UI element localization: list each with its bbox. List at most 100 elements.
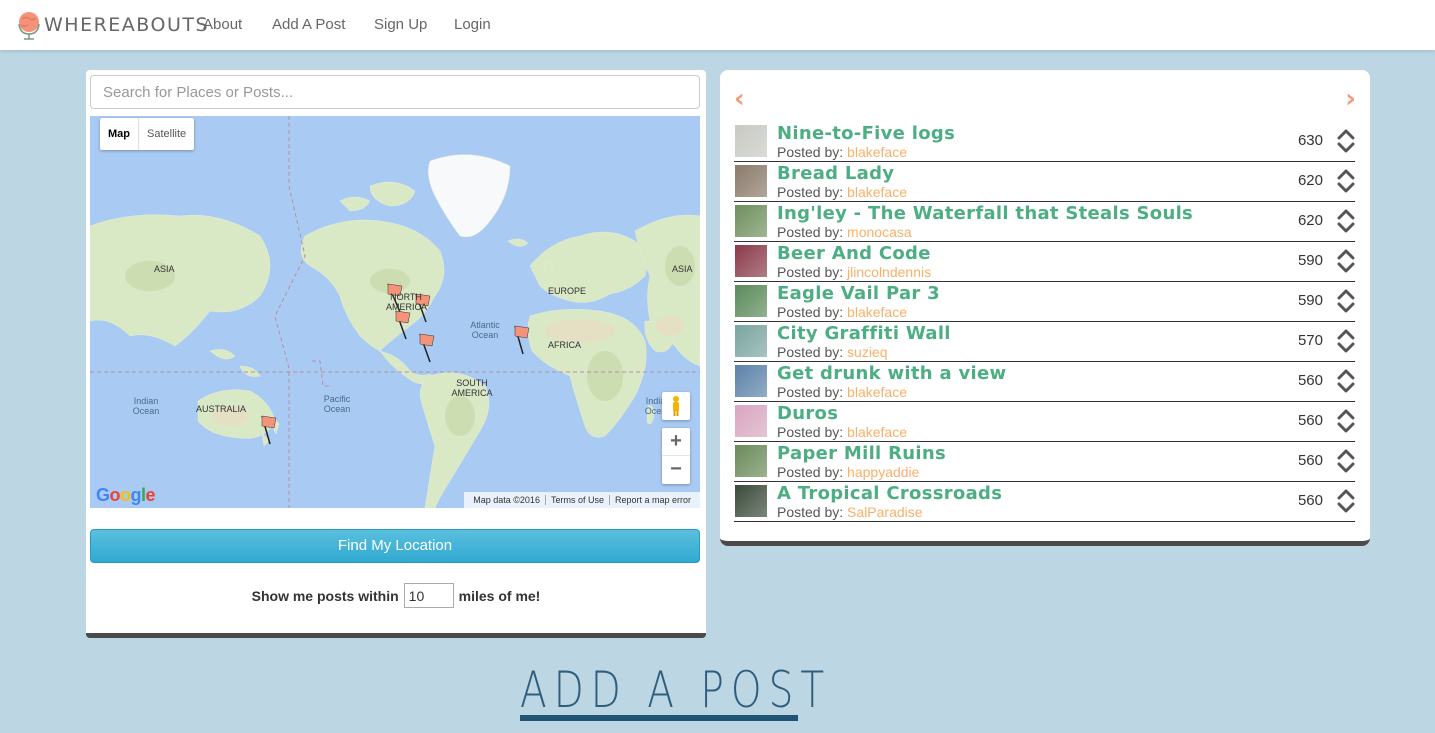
post-row[interactable]: Get drunk with a view Posted by: blakefac… xyxy=(734,362,1355,402)
map-label-south-america: SOUTH AMERICA xyxy=(451,378,493,398)
post-row[interactable]: City Graffiti Wall Posted by: suzieq 570 xyxy=(734,322,1355,362)
post-author-link[interactable]: blakeface xyxy=(847,384,907,400)
post-title[interactable]: Paper Mill Ruins xyxy=(777,443,946,464)
post-author-link[interactable]: blakeface xyxy=(847,424,907,440)
post-thumbnail[interactable] xyxy=(735,125,767,157)
zoom-out-button[interactable]: − xyxy=(662,456,690,484)
post-thumbnail[interactable] xyxy=(735,205,767,237)
post-title[interactable]: Bread Lady xyxy=(777,163,894,184)
find-my-location-button[interactable]: Find My Location xyxy=(90,529,700,563)
post-score: 560 xyxy=(1297,452,1323,469)
report-map-error-link[interactable]: Report a map error xyxy=(608,495,696,505)
upvote-chevron-icon[interactable] xyxy=(1337,329,1355,340)
post-score: 570 xyxy=(1297,332,1323,349)
post-row[interactable]: Eagle Vail Par 3 Posted by: blakeface 590 xyxy=(734,282,1355,322)
upvote-chevron-icon[interactable] xyxy=(1337,489,1355,500)
upvote-chevron-icon[interactable] xyxy=(1337,169,1355,180)
terms-of-use-link[interactable]: Terms of Use xyxy=(544,495,609,505)
downvote-chevron-icon[interactable] xyxy=(1337,382,1355,393)
posted-by-label: Posted by: xyxy=(777,224,844,240)
downvote-chevron-icon[interactable] xyxy=(1337,182,1355,193)
upvote-chevron-icon[interactable] xyxy=(1337,209,1355,220)
vote-arrows xyxy=(1337,488,1355,514)
google-logo: Google xyxy=(96,485,156,505)
map-label-pacific: Pacific Ocean xyxy=(323,394,351,414)
downvote-chevron-icon[interactable] xyxy=(1337,262,1355,273)
nav-login-link[interactable]: Login xyxy=(454,16,491,33)
post-title[interactable]: City Graffiti Wall xyxy=(777,323,951,344)
brand[interactable]: WHEREABOUTS xyxy=(16,9,209,41)
post-row[interactable]: Nine-to-Five logs Posted by: blakeface 630 xyxy=(734,122,1355,162)
post-title[interactable]: Ing'ley - The Waterfall that Steals Soul… xyxy=(777,203,1193,224)
posted-by-label: Posted by: xyxy=(777,384,844,400)
post-thumbnail[interactable] xyxy=(735,285,767,317)
brand-name: WHEREABOUTS xyxy=(44,14,210,36)
downvote-chevron-icon[interactable] xyxy=(1337,342,1355,353)
radius-prefix-label: Show me posts within xyxy=(251,587,399,604)
post-score: 620 xyxy=(1297,212,1323,229)
vote-arrows xyxy=(1337,168,1355,194)
post-thumbnail[interactable] xyxy=(735,405,767,437)
post-row[interactable]: A Tropical Crossroads Posted by: SalParad… xyxy=(734,482,1355,522)
post-thumbnail[interactable] xyxy=(735,445,767,477)
post-thumbnail[interactable] xyxy=(735,245,767,277)
post-row[interactable]: Ing'ley - The Waterfall that Steals Soul… xyxy=(734,202,1355,242)
post-title[interactable]: Eagle Vail Par 3 xyxy=(777,283,940,304)
post-author-link[interactable]: happyaddie xyxy=(847,464,919,480)
post-author-link[interactable]: SalParadise xyxy=(847,504,923,520)
downvote-chevron-icon[interactable] xyxy=(1337,302,1355,313)
upvote-chevron-icon[interactable] xyxy=(1337,409,1355,420)
post-title[interactable]: Nine-to-Five logs xyxy=(777,123,955,144)
post-row[interactable]: Paper Mill Ruins Posted by: happyaddie 560 xyxy=(734,442,1355,482)
post-title[interactable]: Beer And Code xyxy=(777,243,931,264)
posted-by-line: Posted by: happyaddie xyxy=(777,464,919,480)
post-thumbnail[interactable] xyxy=(735,485,767,517)
posted-by-label: Posted by: xyxy=(777,184,844,200)
downvote-chevron-icon[interactable] xyxy=(1337,422,1355,433)
downvote-chevron-icon[interactable] xyxy=(1337,502,1355,513)
zoom-in-button[interactable]: + xyxy=(662,428,690,456)
vote-arrows xyxy=(1337,448,1355,474)
map-type-map-button[interactable]: Map xyxy=(100,118,138,150)
downvote-chevron-icon[interactable] xyxy=(1337,222,1355,233)
post-author-link[interactable]: suzieq xyxy=(847,344,887,360)
nav-about-link[interactable]: About xyxy=(203,16,242,33)
downvote-chevron-icon[interactable] xyxy=(1337,142,1355,153)
upvote-chevron-icon[interactable] xyxy=(1337,449,1355,460)
post-row[interactable]: Bread Lady Posted by: blakeface 620 xyxy=(734,162,1355,202)
street-view-pegman-icon[interactable] xyxy=(662,392,690,420)
post-author-link[interactable]: jlincolndennis xyxy=(847,264,931,280)
map-type-satellite-button[interactable]: Satellite xyxy=(138,118,194,150)
nav-signup-link[interactable]: Sign Up xyxy=(374,16,427,33)
post-thumbnail[interactable] xyxy=(735,325,767,357)
vote-arrows xyxy=(1337,128,1355,154)
downvote-chevron-icon[interactable] xyxy=(1337,462,1355,473)
post-author-link[interactable]: monocasa xyxy=(847,224,912,240)
upvote-chevron-icon[interactable] xyxy=(1337,289,1355,300)
post-title[interactable]: A Tropical Crossroads xyxy=(777,483,1002,504)
post-row[interactable]: Duros Posted by: blakeface 560 xyxy=(734,402,1355,442)
radius-miles-input[interactable] xyxy=(403,583,454,608)
world-map[interactable]: Map Satellite ASIA NORTH AMERICA EUROPE … xyxy=(90,116,700,508)
posted-by-label: Posted by: xyxy=(777,264,844,280)
posted-by-label: Posted by: xyxy=(777,144,844,160)
posted-by-label: Posted by: xyxy=(777,464,844,480)
carousel-prev-arrow-icon[interactable]: ‹ xyxy=(734,84,745,114)
upvote-chevron-icon[interactable] xyxy=(1337,369,1355,380)
vote-arrows xyxy=(1337,408,1355,434)
post-thumbnail[interactable] xyxy=(735,165,767,197)
posts-panel: ‹ › Nine-to-Five logs Posted by: blakefac… xyxy=(720,70,1370,546)
upvote-chevron-icon[interactable] xyxy=(1337,249,1355,260)
search-input[interactable] xyxy=(90,75,700,109)
carousel-next-arrow-icon[interactable]: › xyxy=(1345,84,1356,114)
post-author-link[interactable]: blakeface xyxy=(847,184,907,200)
post-author-link[interactable]: blakeface xyxy=(847,144,907,160)
nav-add-post-link[interactable]: Add A Post xyxy=(272,16,345,33)
post-author-link[interactable]: blakeface xyxy=(847,304,907,320)
post-title[interactable]: Duros xyxy=(777,403,838,424)
upvote-chevron-icon[interactable] xyxy=(1337,129,1355,140)
post-thumbnail[interactable] xyxy=(735,365,767,397)
map-label-indian-left: Indian Ocean xyxy=(132,396,160,416)
post-row[interactable]: Beer And Code Posted by: jlincolndennis 59… xyxy=(734,242,1355,282)
post-title[interactable]: Get drunk with a view xyxy=(777,363,1006,384)
